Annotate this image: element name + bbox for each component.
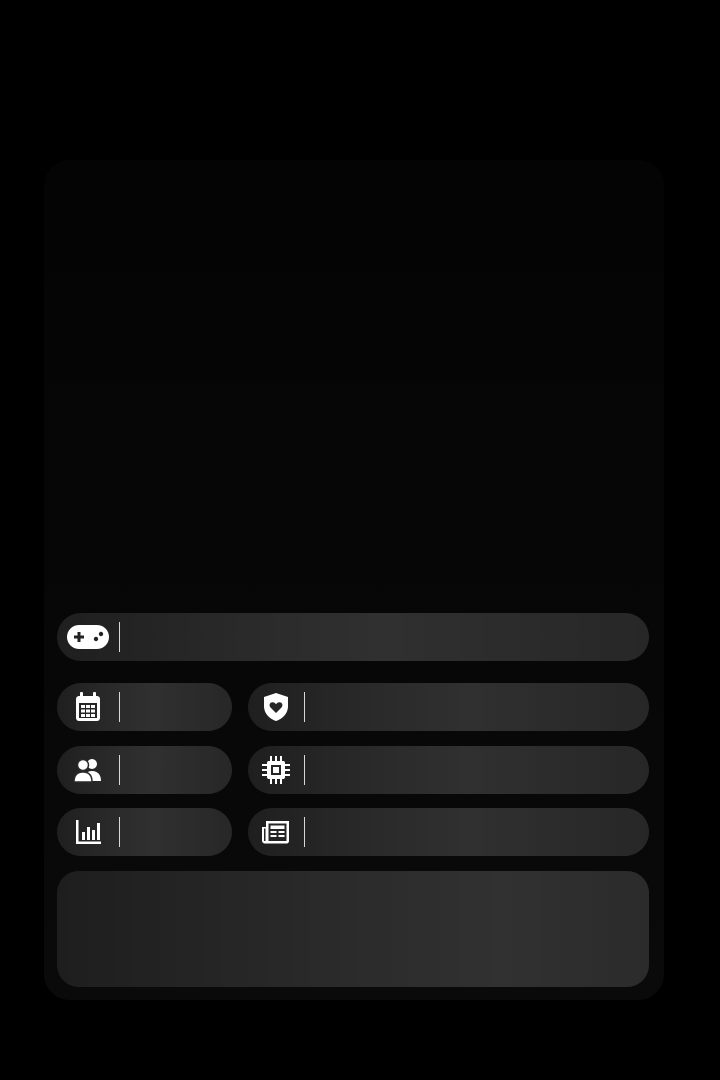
separator <box>119 692 120 722</box>
separator <box>304 817 305 847</box>
app-screen <box>0 0 720 1080</box>
chip-field[interactable] <box>248 746 649 794</box>
separator <box>304 755 305 785</box>
separator <box>119 755 120 785</box>
chart-field[interactable] <box>57 808 232 856</box>
newspaper-icon <box>248 808 304 856</box>
calendar-field[interactable] <box>57 683 232 731</box>
bar-chart-icon <box>57 808 119 856</box>
users-field[interactable] <box>57 746 232 794</box>
game-field[interactable] <box>57 613 649 661</box>
shield-field[interactable] <box>248 683 649 731</box>
separator <box>119 817 120 847</box>
separator <box>304 692 305 722</box>
notes-area[interactable] <box>57 871 649 987</box>
gamepad-icon <box>57 613 119 661</box>
shield-heart-icon <box>248 683 304 731</box>
users-icon <box>57 746 119 794</box>
separator <box>119 622 120 652</box>
cpu-chip-icon <box>248 746 304 794</box>
news-field[interactable] <box>248 808 649 856</box>
calendar-icon <box>57 683 119 731</box>
